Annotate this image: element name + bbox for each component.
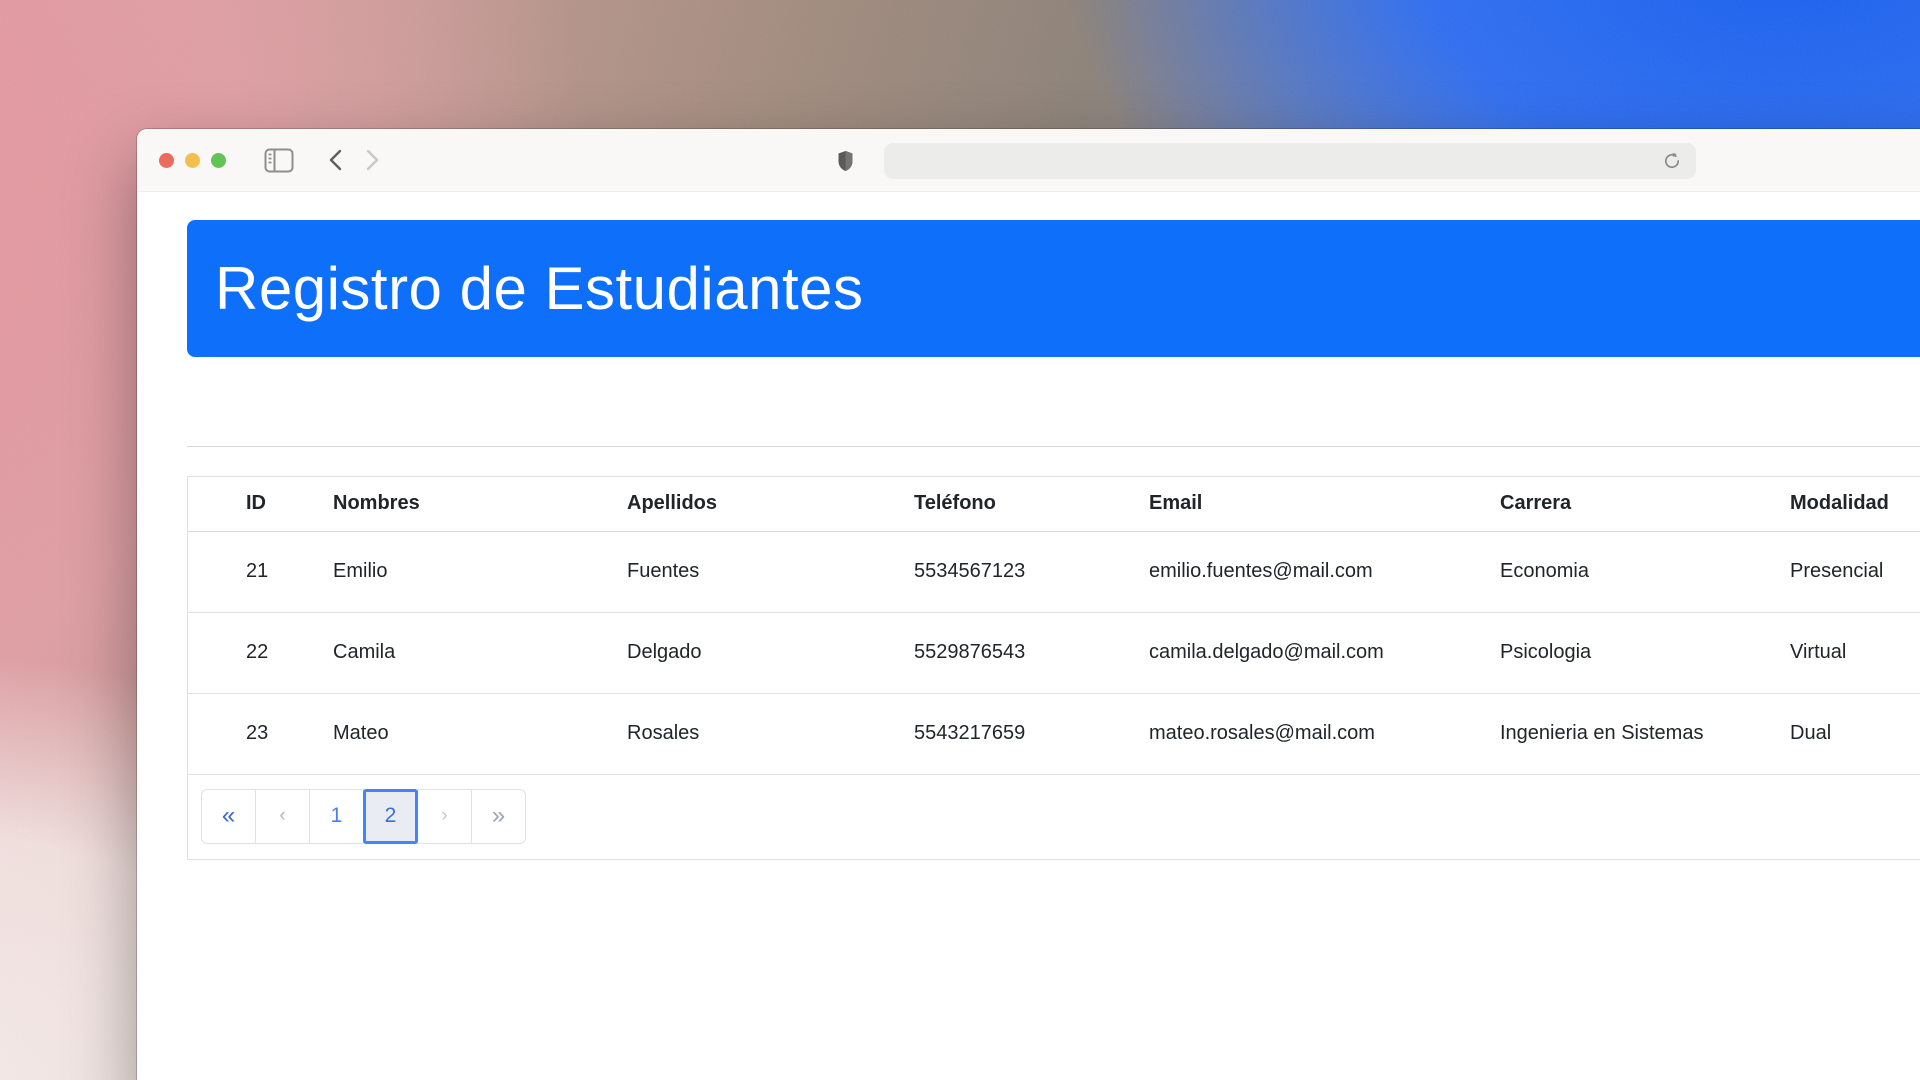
cell-telefono: 5529876543 <box>914 612 1149 693</box>
column-header-carrera: Carrera <box>1500 477 1790 531</box>
students-table: ID Nombres Apellidos Teléfono Email Carr… <box>188 477 1920 775</box>
privacy-shield-button[interactable] <box>835 149 855 173</box>
address-bar-input[interactable] <box>884 143 1696 179</box>
shield-icon <box>837 150 854 172</box>
sidebar-toggle-button[interactable] <box>263 146 295 174</box>
cell-nombres: Camila <box>333 612 627 693</box>
table-row: 22 Camila Delgado 5529876543 camila.delg… <box>188 612 1920 693</box>
pagination-last[interactable]: » <box>471 789 526 844</box>
pagination-next[interactable]: › <box>417 789 472 844</box>
pagination: « ‹ 1 2 › » <box>202 789 526 844</box>
column-header-modalidad: Modalidad <box>1790 477 1920 531</box>
table-row: 21 Emilio Fuentes 5534567123 emilio.fuen… <box>188 531 1920 612</box>
zoom-button[interactable] <box>211 153 226 168</box>
first-page-button[interactable]: « <box>201 789 256 844</box>
back-button[interactable] <box>321 146 349 174</box>
cell-id: 23 <box>188 693 333 774</box>
page-title: Registro de Estudiantes <box>187 254 864 323</box>
students-table-container: ID Nombres Apellidos Teléfono Email Carr… <box>187 476 1920 860</box>
browser-toolbar <box>137 129 1920 192</box>
cell-carrera: Psicologia <box>1500 612 1790 693</box>
close-button[interactable] <box>159 153 174 168</box>
cell-carrera: Economia <box>1500 531 1790 612</box>
column-header-nombres: Nombres <box>333 477 627 531</box>
back-icon <box>328 149 342 171</box>
page-header-banner: Registro de Estudiantes <box>187 220 1920 357</box>
cell-email: camila.delgado@mail.com <box>1149 612 1500 693</box>
table-row: 23 Mateo Rosales 5543217659 mateo.rosale… <box>188 693 1920 774</box>
page-2-button[interactable]: 2 <box>363 789 418 844</box>
page-1-button[interactable]: 1 <box>309 789 364 844</box>
cell-carrera: Ingenieria en Sistemas <box>1500 693 1790 774</box>
pagination-page-1[interactable]: 1 <box>309 789 364 844</box>
column-header-apellidos: Apellidos <box>627 477 914 531</box>
forward-button[interactable] <box>359 146 387 174</box>
minimize-button[interactable] <box>185 153 200 168</box>
cell-telefono: 5534567123 <box>914 531 1149 612</box>
forward-icon <box>366 149 380 171</box>
pagination-first[interactable]: « <box>201 789 256 844</box>
column-header-email: Email <box>1149 477 1500 531</box>
reload-button[interactable] <box>1659 148 1685 174</box>
reload-icon <box>1662 151 1682 171</box>
pagination-prev[interactable]: ‹ <box>255 789 310 844</box>
cell-nombres: Mateo <box>333 693 627 774</box>
next-page-button[interactable]: › <box>417 789 472 844</box>
cell-email: mateo.rosales@mail.com <box>1149 693 1500 774</box>
table-header-row: ID Nombres Apellidos Teléfono Email Carr… <box>188 477 1920 531</box>
cell-id: 22 <box>188 612 333 693</box>
web-page: Registro de Estudiantes ID Nombres Apell… <box>137 192 1920 1080</box>
cell-email: emilio.fuentes@mail.com <box>1149 531 1500 612</box>
cell-apellidos: Fuentes <box>627 531 914 612</box>
cell-modalidad: Virtual <box>1790 612 1920 693</box>
last-page-button[interactable]: » <box>471 789 526 844</box>
header-divider <box>187 446 1920 447</box>
pagination-page-2-active[interactable]: 2 <box>363 789 418 844</box>
cell-apellidos: Rosales <box>627 693 914 774</box>
window-controls <box>159 153 226 168</box>
browser-window: Registro de Estudiantes ID Nombres Apell… <box>137 129 1920 1080</box>
cell-telefono: 5543217659 <box>914 693 1149 774</box>
prev-page-button[interactable]: ‹ <box>255 789 310 844</box>
cell-apellidos: Delgado <box>627 612 914 693</box>
column-header-telefono: Teléfono <box>914 477 1149 531</box>
column-header-id: ID <box>188 477 333 531</box>
cell-modalidad: Dual <box>1790 693 1920 774</box>
cell-nombres: Emilio <box>333 531 627 612</box>
cell-modalidad: Presencial <box>1790 531 1920 612</box>
sidebar-toggle-icon <box>264 148 294 173</box>
cell-id: 21 <box>188 531 333 612</box>
